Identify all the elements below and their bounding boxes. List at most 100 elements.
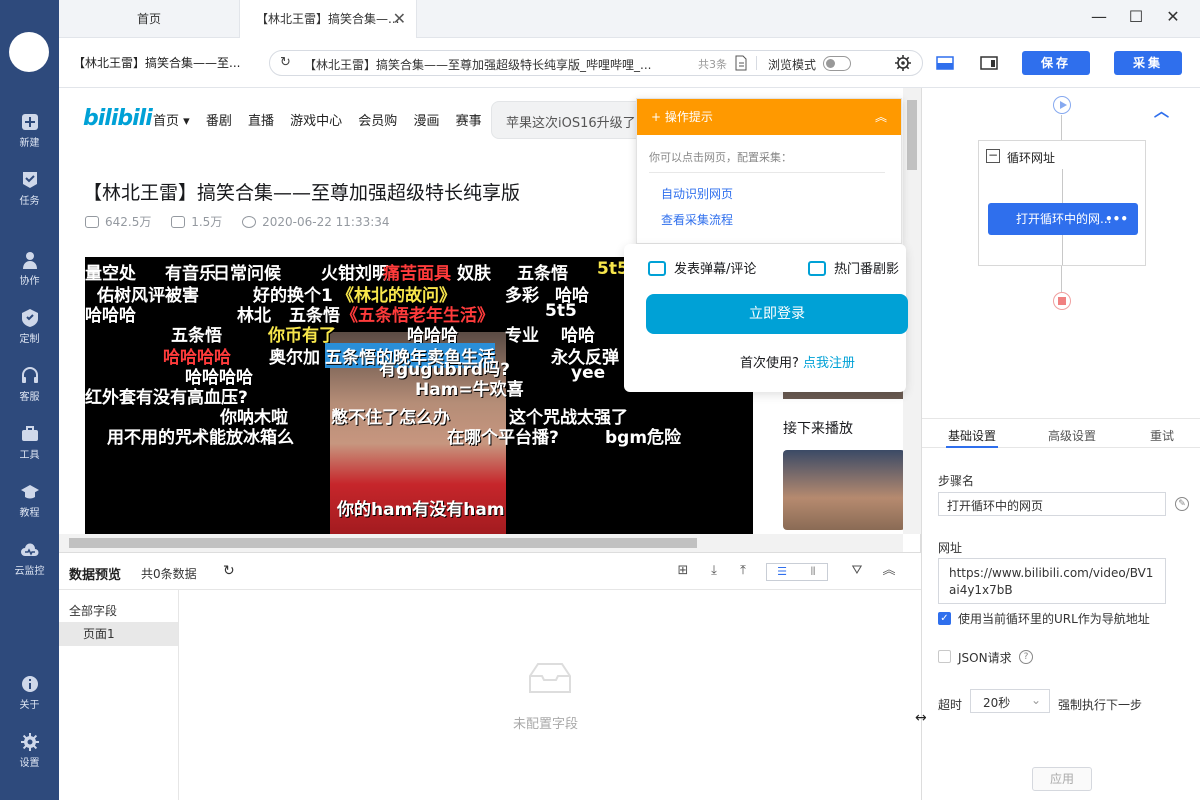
open-page-step[interactable]: 打开循环中的网... ••• bbox=[988, 203, 1138, 235]
login-button[interactable]: 立即登录 bbox=[646, 294, 908, 334]
view-flow-link[interactable]: 查看采集流程 bbox=[661, 211, 733, 228]
nav-item[interactable]: 番剧 bbox=[206, 114, 232, 129]
preview-title: 数据预览 bbox=[69, 568, 122, 583]
next-video-thumbnail[interactable] bbox=[783, 450, 905, 530]
nav-item[interactable]: 会员购 bbox=[358, 114, 397, 129]
maximize-button[interactable]: ☐ bbox=[1123, 6, 1149, 28]
nav-item[interactable]: 赛事 bbox=[456, 114, 482, 129]
url-label: 网址 bbox=[938, 541, 963, 555]
url-bar[interactable]: ↻ 【林北王雷】搞笑合集——至尊加强超级特长纯享版_哔哩哔哩_... 共3条 浏… bbox=[269, 50, 923, 76]
url-text[interactable]: 【林北王雷】搞笑合集——至尊加强超级特长纯享版_哔哩哔哩_... bbox=[304, 56, 694, 73]
nav-item[interactable]: 直播 bbox=[248, 114, 274, 129]
rail-item-tutorial[interactable]: 教程 bbox=[0, 482, 59, 530]
bilibili-logo[interactable]: bilibili bbox=[83, 106, 153, 131]
save-button[interactable]: 保存 bbox=[1022, 51, 1090, 75]
download-icon[interactable]: ⤓ bbox=[706, 563, 722, 579]
use-loop-url-checkbox[interactable]: ✓ bbox=[938, 612, 951, 625]
horizontal-scrollbar[interactable] bbox=[59, 534, 903, 552]
collapse-minus-icon[interactable]: − bbox=[986, 149, 1000, 163]
step-name-input[interactable]: 打开循环中的网页 bbox=[938, 492, 1166, 516]
hot-anime-option[interactable]: 热门番剧影 bbox=[808, 258, 899, 277]
tab-close-icon[interactable]: ✕ bbox=[393, 0, 406, 38]
danmaku-text: 你的ham有没有ham bbox=[337, 500, 505, 520]
rail-item-cloud-monitor[interactable]: 云监控 bbox=[0, 540, 59, 588]
help-icon[interactable]: ? bbox=[1019, 650, 1033, 664]
rail-item-task[interactable]: 任务 bbox=[0, 170, 59, 218]
tab-basic-settings[interactable]: 基础设置 bbox=[948, 427, 996, 444]
rail-item-settings[interactable]: 设置 bbox=[0, 732, 59, 780]
collapse-icon[interactable]: ︽ bbox=[881, 563, 897, 579]
scroll-thumb[interactable] bbox=[907, 100, 917, 170]
avatar[interactable] bbox=[9, 32, 49, 72]
layout-side-icon[interactable] bbox=[980, 54, 998, 72]
collapse-chevron-icon[interactable]: ︿ bbox=[1154, 100, 1169, 121]
add-field-icon[interactable]: ⊞ bbox=[675, 563, 691, 579]
flow-end-icon[interactable] bbox=[1053, 292, 1071, 310]
refresh-icon[interactable]: ↻ bbox=[223, 563, 235, 579]
register-link[interactable]: 点我注册 bbox=[803, 356, 855, 371]
video-title: 【林北王雷】搞笑合集——至尊加强超级特长纯享版 bbox=[83, 182, 521, 204]
play-icon bbox=[808, 261, 826, 276]
rail-item-new[interactable]: 新建 bbox=[0, 112, 59, 160]
column-view-icon[interactable]: ⦀ bbox=[798, 565, 828, 579]
empty-state-text: 未配置字段 bbox=[513, 717, 579, 732]
nav-item[interactable]: 游戏中心 bbox=[290, 114, 342, 129]
apply-button[interactable]: 应用 bbox=[1032, 767, 1092, 791]
tab-retry[interactable]: 重试 bbox=[1150, 427, 1174, 444]
filter-icon[interactable]: ⛛ bbox=[849, 563, 865, 579]
tips-header[interactable]: + 操作提示 ︽ bbox=[637, 99, 901, 135]
document-icon[interactable] bbox=[734, 55, 748, 71]
tab-home[interactable]: 首页 bbox=[59, 0, 239, 38]
danmaku-text: 专业 bbox=[505, 326, 539, 346]
field-tree: 全部字段 页面1 bbox=[59, 590, 179, 800]
address-toolbar: 【林北王雷】搞笑合集——至... ↻ 【林北王雷】搞笑合集——至尊加强超级特长纯… bbox=[59, 38, 1200, 88]
rail-label: 任务 bbox=[19, 196, 40, 207]
rail-item-custom[interactable]: 定制 bbox=[0, 308, 59, 356]
settings-gear-icon[interactable] bbox=[894, 54, 912, 72]
chevron-up-icon[interactable]: ︽ bbox=[875, 99, 887, 135]
browse-mode-toggle[interactable] bbox=[823, 56, 851, 71]
danmaku-text: yee bbox=[571, 363, 606, 383]
toolbox-icon bbox=[21, 426, 38, 441]
active-tab-underline bbox=[946, 446, 998, 448]
page1-item[interactable]: 页面1 bbox=[59, 622, 178, 646]
nav-item[interactable]: 首页 ▾ bbox=[153, 114, 190, 129]
rail-item-about[interactable]: 关于 bbox=[0, 674, 59, 722]
option-label: 发表弹幕/评论 bbox=[674, 262, 757, 277]
all-fields-item[interactable]: 全部字段 bbox=[69, 602, 117, 619]
layout-bottom-icon[interactable] bbox=[936, 54, 954, 72]
danmaku-text: 用不用的咒术能放冰箱么 bbox=[107, 428, 294, 448]
auto-detect-link[interactable]: 自动识别网页 bbox=[661, 185, 733, 202]
list-view-icon[interactable]: ☰ bbox=[767, 565, 797, 578]
minimize-button[interactable]: — bbox=[1086, 6, 1112, 28]
refresh-icon[interactable]: ↻ bbox=[280, 55, 291, 70]
edit-icon[interactable]: ✎ bbox=[1175, 497, 1189, 511]
window-close-button[interactable]: ✕ bbox=[1160, 6, 1186, 28]
view-toggle[interactable]: ☰ ⦀ bbox=[766, 563, 828, 581]
collect-button[interactable]: 采集 bbox=[1114, 51, 1182, 75]
url-textarea[interactable]: https://www.bilibili.com/video/BV1ai4y1x… bbox=[938, 558, 1166, 604]
rail-item-collab[interactable]: 协作 bbox=[0, 250, 59, 298]
more-icon[interactable]: ••• bbox=[1105, 203, 1128, 235]
post-danmaku-option[interactable]: 发表弹幕/评论 bbox=[648, 258, 756, 277]
rail-item-tools[interactable]: 工具 bbox=[0, 424, 59, 472]
people-icon bbox=[22, 252, 37, 269]
tab-active-page[interactable]: 【林北王雷】搞笑合集—... ✕ bbox=[239, 0, 417, 39]
danmaku-text: 哈哈哈 bbox=[85, 306, 136, 326]
json-request-checkbox[interactable] bbox=[938, 650, 951, 663]
scroll-thumb[interactable] bbox=[69, 538, 697, 548]
tab-advanced-settings[interactable]: 高级设置 bbox=[1048, 427, 1096, 444]
flow-connector bbox=[1062, 235, 1063, 265]
timeout-select[interactable]: 20秒 ⌄ bbox=[970, 689, 1050, 713]
plus-square-icon bbox=[21, 114, 38, 130]
gear-icon bbox=[20, 733, 39, 751]
upload-icon[interactable]: ⤒ bbox=[735, 563, 751, 579]
flow-start-icon[interactable] bbox=[1053, 96, 1071, 114]
danmaku-text: 在哪个平台播? bbox=[447, 428, 559, 448]
resize-cursor-icon: ↔ bbox=[915, 710, 927, 726]
step-name-label: 步骤名 bbox=[938, 474, 975, 488]
nav-item[interactable]: 漫画 bbox=[413, 114, 439, 129]
loop-url-box[interactable]: − 循环网址 打开循环中的网... ••• bbox=[978, 140, 1146, 266]
timeout-value: 20秒 bbox=[983, 696, 1011, 710]
rail-item-support[interactable]: 客服 bbox=[0, 366, 59, 414]
